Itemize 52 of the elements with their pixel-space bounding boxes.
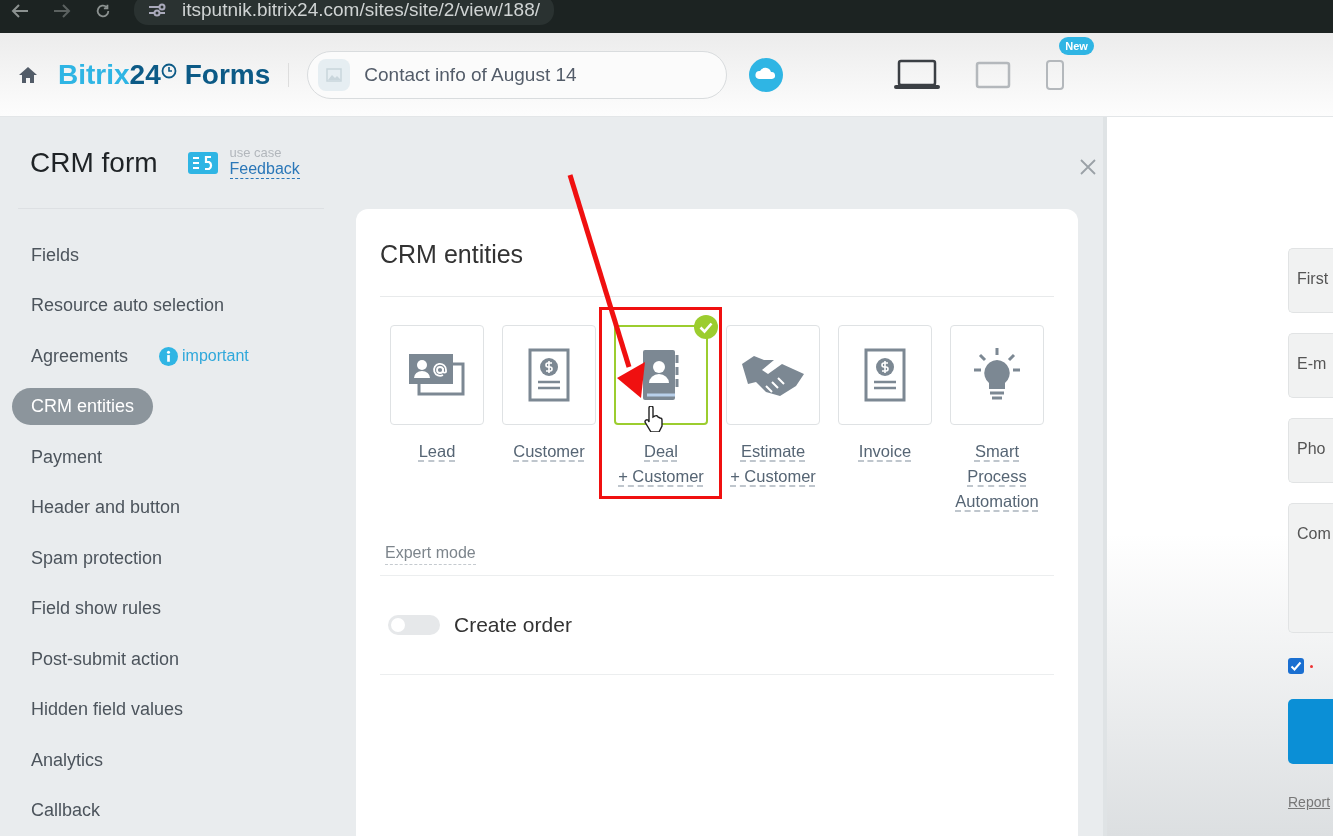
card-title: CRM entities bbox=[380, 209, 1054, 297]
sidebar-item[interactable]: Payment bbox=[12, 438, 122, 476]
panel-title: CRM form bbox=[30, 146, 158, 179]
back-icon[interactable] bbox=[10, 2, 30, 19]
home-icon[interactable] bbox=[18, 65, 38, 84]
check-icon bbox=[694, 315, 718, 339]
use-case-link[interactable]: Feedback bbox=[229, 160, 300, 179]
app-logo[interactable]: Bitrix24 Forms bbox=[58, 58, 271, 91]
reload-icon[interactable] bbox=[94, 2, 112, 19]
sidebar-item[interactable]: Header and button bbox=[12, 489, 200, 527]
cloud-icon[interactable] bbox=[749, 57, 784, 92]
new-badge: New bbox=[1059, 36, 1094, 55]
url-text: itsputnik.bitrix24.com/sites/site/2/view/188/ bbox=[182, 0, 540, 21]
dollar-document-icon bbox=[863, 347, 907, 403]
entity-tile[interactable] bbox=[390, 325, 484, 425]
form-field[interactable]: Com bbox=[1288, 503, 1333, 633]
laptop-icon[interactable] bbox=[893, 58, 942, 91]
sidebar-item[interactable]: Resource auto selection bbox=[12, 287, 244, 325]
entity-tile[interactable] bbox=[502, 325, 596, 425]
form-field[interactable]: First bbox=[1288, 248, 1333, 313]
address-bar[interactable]: itsputnik.bitrix24.com/sites/site/2/view/188/ bbox=[134, 0, 554, 25]
sidebar-item[interactable]: Callback bbox=[12, 792, 120, 830]
forward-icon[interactable] bbox=[52, 2, 72, 19]
phone-icon[interactable] bbox=[1045, 58, 1066, 91]
site-settings-icon[interactable] bbox=[148, 2, 166, 17]
required-mark bbox=[1310, 664, 1313, 668]
create-order-toggle[interactable] bbox=[388, 615, 440, 635]
dollar-document-icon bbox=[527, 347, 571, 403]
form-field[interactable]: Pho bbox=[1288, 418, 1333, 483]
agreement-checkbox[interactable] bbox=[1288, 658, 1304, 674]
info-icon bbox=[159, 346, 179, 366]
tablet-icon[interactable] bbox=[975, 60, 1012, 89]
sidebar-item[interactable]: Post-submit action bbox=[12, 640, 199, 678]
report-link[interactable]: Report bbox=[1288, 794, 1333, 810]
form-name-field[interactable]: Contact info of August 14 bbox=[307, 50, 728, 99]
sidebar-item[interactable]: Hidden field values bbox=[12, 691, 203, 729]
toggle-label: Create order bbox=[454, 613, 572, 637]
use-case-icon bbox=[187, 151, 218, 174]
sidebar-item[interactable]: Agreements bbox=[12, 337, 148, 375]
clock-icon bbox=[160, 62, 177, 79]
sidebar-item[interactable]: Fields bbox=[12, 236, 98, 274]
form-field[interactable]: E-m bbox=[1288, 333, 1333, 398]
hand-cursor-icon bbox=[643, 406, 665, 432]
entity-tile[interactable] bbox=[726, 325, 820, 425]
sidebar-item[interactable]: Analytics bbox=[12, 741, 123, 779]
entity-tile[interactable] bbox=[950, 325, 1044, 425]
entity-tile[interactable] bbox=[838, 325, 932, 425]
expert-mode-link[interactable]: Expert mode bbox=[385, 544, 476, 565]
close-icon[interactable] bbox=[1079, 159, 1096, 175]
sidebar-item[interactable]: Field show rules bbox=[12, 590, 181, 628]
image-thumbnail-icon bbox=[318, 58, 351, 91]
sidebar-item[interactable]: Spam protection bbox=[12, 539, 182, 577]
